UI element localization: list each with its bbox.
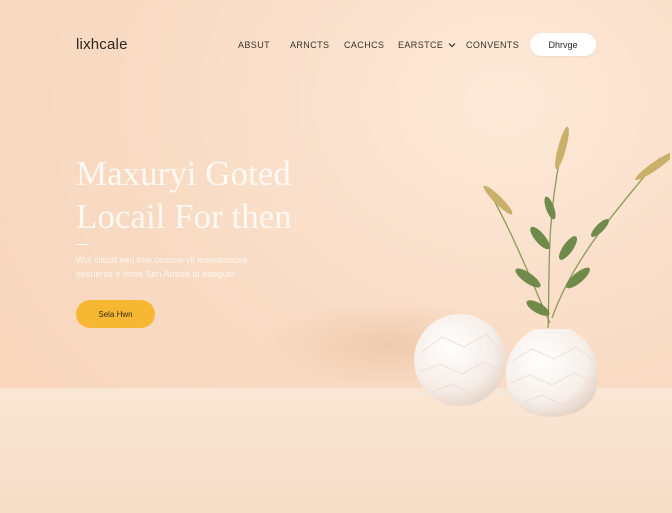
- nav-item-arcts[interactable]: ARNCTS: [290, 40, 329, 50]
- hero-title-line-2: Locail For then: [76, 197, 292, 236]
- hero-title-line-1: Maxuryi Goted: [76, 154, 291, 193]
- vase-round-right: [506, 329, 598, 417]
- nav-item-earstce-label: EARSTCE: [398, 40, 444, 50]
- nav-item-about[interactable]: ABSUT: [238, 40, 270, 50]
- plant-illustration: [483, 126, 670, 329]
- nav-item-earstce[interactable]: EARSTCE: [398, 40, 457, 50]
- logo[interactable]: lixhcale: [76, 36, 128, 53]
- hero-subtitle: Wol ciicud eeu lrne ceucne yll ieqvution…: [76, 255, 248, 279]
- nav-item-cachcs[interactable]: CACHCS: [344, 40, 384, 50]
- hero-divider: [76, 244, 88, 245]
- nav-item-convents[interactable]: CONVENTS: [466, 40, 519, 50]
- vase-round-left: [414, 314, 506, 406]
- chevron-down-icon: [448, 43, 456, 48]
- hero-title: Maxuryi Goted Locail For then: [76, 152, 376, 238]
- header-cta-button[interactable]: Dhrvge: [530, 33, 596, 56]
- hero-primary-button[interactable]: Sela Hwn: [76, 300, 155, 328]
